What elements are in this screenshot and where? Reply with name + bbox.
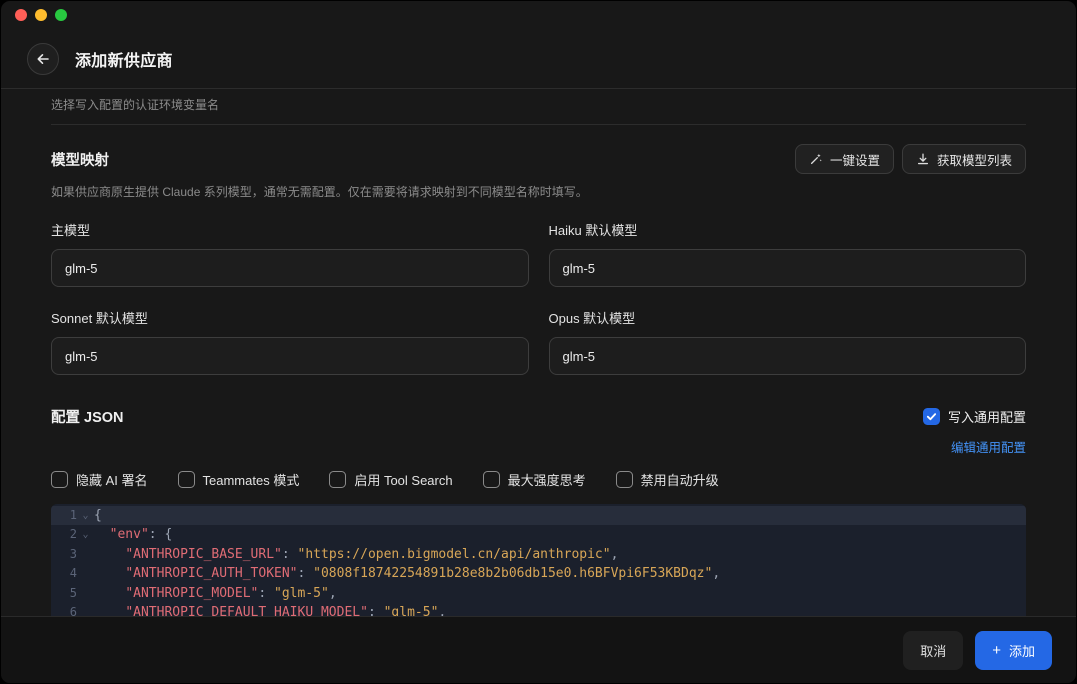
main-model-label: 主模型 bbox=[51, 220, 529, 239]
checkbox-unchecked-icon bbox=[483, 471, 500, 488]
zoom-window-button[interactable] bbox=[55, 9, 67, 21]
editor-line-number: 6 bbox=[51, 603, 77, 616]
editor-line-code: "ANTHROPIC_AUTH_TOKEN": "0808f1874225489… bbox=[94, 564, 720, 583]
add-provider-window: 添加新供应商 选择写入配置的认证环境变量名 模型映射 一键设置 bbox=[0, 0, 1077, 684]
editor-line-code: "ANTHROPIC_DEFAULT_HAIKU_MODEL": "glm-5"… bbox=[94, 603, 446, 616]
option-teammates-mode[interactable]: Teammates 模式 bbox=[178, 470, 300, 489]
editor-line-number: 5 bbox=[51, 584, 77, 603]
editor-line-number: 2 bbox=[51, 525, 77, 544]
option-label: 禁用自动升级 bbox=[641, 470, 719, 489]
fold-chevron-icon[interactable]: ⌄ bbox=[77, 525, 94, 544]
model-mapping-description: 如果供应商原生提供 Claude 系列模型，通常无需配置。仅在需要将请求映射到不… bbox=[51, 183, 1026, 200]
editor-line-code: "env": { bbox=[94, 525, 172, 544]
fold-spacer bbox=[77, 603, 94, 616]
option-max-thinking[interactable]: 最大强度思考 bbox=[483, 470, 586, 489]
option-enable-tool-search[interactable]: 启用 Tool Search bbox=[329, 470, 452, 489]
sonnet-model-label: Sonnet 默认模型 bbox=[51, 308, 529, 327]
haiku-model-input[interactable] bbox=[549, 249, 1027, 287]
one-click-setup-label: 一键设置 bbox=[830, 150, 880, 169]
add-button-label: 添加 bbox=[1009, 641, 1035, 660]
editor-line[interactable]: 1⌄{ bbox=[51, 506, 1026, 525]
field-main-model: 主模型 bbox=[51, 220, 529, 287]
checkbox-unchecked-icon bbox=[616, 471, 633, 488]
option-label: Teammates 模式 bbox=[203, 470, 300, 489]
plus-icon: + bbox=[992, 643, 1001, 658]
option-disable-auto-upgrade[interactable]: 禁用自动升级 bbox=[616, 470, 719, 489]
option-label: 启用 Tool Search bbox=[354, 470, 452, 489]
editor-line[interactable]: 6 "ANTHROPIC_DEFAULT_HAIKU_MODEL": "glm-… bbox=[51, 603, 1026, 616]
minimize-window-button[interactable] bbox=[35, 9, 47, 21]
fold-chevron-icon[interactable]: ⌄ bbox=[77, 506, 94, 525]
field-opus-model: Opus 默认模型 bbox=[549, 308, 1027, 375]
wand-icon bbox=[809, 152, 823, 166]
field-sonnet-model: Sonnet 默认模型 bbox=[51, 308, 529, 375]
editor-line[interactable]: 3 "ANTHROPIC_BASE_URL": "https://open.bi… bbox=[51, 545, 1026, 564]
editor-line-number: 3 bbox=[51, 545, 77, 564]
fold-spacer bbox=[77, 545, 94, 564]
download-icon bbox=[916, 152, 930, 166]
fetch-model-list-label: 获取模型列表 bbox=[937, 150, 1012, 169]
editor-line[interactable]: 4 "ANTHROPIC_AUTH_TOKEN": "0808f18742254… bbox=[51, 564, 1026, 583]
config-json-title: 配置 JSON bbox=[51, 406, 124, 427]
checkbox-unchecked-icon bbox=[178, 471, 195, 488]
option-label: 隐藏 AI 署名 bbox=[76, 470, 148, 489]
footer-bar: 取消 + 添加 bbox=[1, 616, 1076, 683]
field-haiku-model: Haiku 默认模型 bbox=[549, 220, 1027, 287]
config-json-header: 配置 JSON 写入通用配置 bbox=[51, 406, 1026, 427]
checkbox-unchecked-icon bbox=[329, 471, 346, 488]
close-window-button[interactable] bbox=[15, 9, 27, 21]
checkbox-checked-icon bbox=[923, 408, 940, 425]
opus-model-label: Opus 默认模型 bbox=[549, 308, 1027, 327]
editor-line-number: 4 bbox=[51, 564, 77, 583]
one-click-setup-button[interactable]: 一键设置 bbox=[795, 144, 894, 174]
model-mapping-title: 模型映射 bbox=[51, 149, 109, 170]
back-button[interactable] bbox=[27, 43, 59, 75]
editor-line[interactable]: 5 "ANTHROPIC_MODEL": "glm-5", bbox=[51, 584, 1026, 603]
edit-common-config-link[interactable]: 编辑通用配置 bbox=[951, 437, 1026, 456]
cancel-button[interactable]: 取消 bbox=[903, 631, 963, 670]
titlebar bbox=[1, 1, 1076, 29]
editor-line-code: "ANTHROPIC_MODEL": "glm-5", bbox=[94, 584, 337, 603]
page-title: 添加新供应商 bbox=[75, 47, 173, 71]
checkbox-unchecked-icon bbox=[51, 471, 68, 488]
sonnet-model-input[interactable] bbox=[51, 337, 529, 375]
main-model-input[interactable] bbox=[51, 249, 529, 287]
arrow-left-icon bbox=[35, 51, 51, 67]
write-common-config-toggle[interactable]: 写入通用配置 bbox=[923, 407, 1026, 426]
auth-env-hint: 选择写入配置的认证环境变量名 bbox=[51, 89, 1026, 125]
fold-spacer bbox=[77, 564, 94, 583]
fetch-model-list-button[interactable]: 获取模型列表 bbox=[902, 144, 1026, 174]
fold-spacer bbox=[77, 584, 94, 603]
json-config-editor[interactable]: 1⌄{2⌄ "env": {3 "ANTHROPIC_BASE_URL": "h… bbox=[51, 504, 1026, 616]
config-options-row: 隐藏 AI 署名 Teammates 模式 启用 Tool Search 最大强… bbox=[51, 470, 1026, 489]
option-hide-ai-signature[interactable]: 隐藏 AI 署名 bbox=[51, 470, 148, 489]
model-mapping-section: 模型映射 一键设置 获取模型列表 如果 bbox=[51, 144, 1026, 375]
page-header: 添加新供应商 bbox=[1, 29, 1076, 89]
add-button[interactable]: + 添加 bbox=[975, 631, 1052, 670]
write-common-config-label: 写入通用配置 bbox=[948, 407, 1026, 426]
haiku-model-label: Haiku 默认模型 bbox=[549, 220, 1027, 239]
editor-line-code: { bbox=[94, 506, 102, 525]
model-fields-grid: 主模型 Haiku 默认模型 Sonnet 默认模型 Opus 默认模型 bbox=[51, 220, 1026, 375]
traffic-lights bbox=[15, 9, 67, 21]
editor-line-code: "ANTHROPIC_BASE_URL": "https://open.bigm… bbox=[94, 545, 618, 564]
opus-model-input[interactable] bbox=[549, 337, 1027, 375]
editor-line-number: 1 bbox=[51, 506, 77, 525]
editor-line[interactable]: 2⌄ "env": { bbox=[51, 525, 1026, 544]
scroll-content[interactable]: 选择写入配置的认证环境变量名 模型映射 一键设置 获取模型列表 bbox=[1, 89, 1076, 616]
option-label: 最大强度思考 bbox=[508, 470, 586, 489]
